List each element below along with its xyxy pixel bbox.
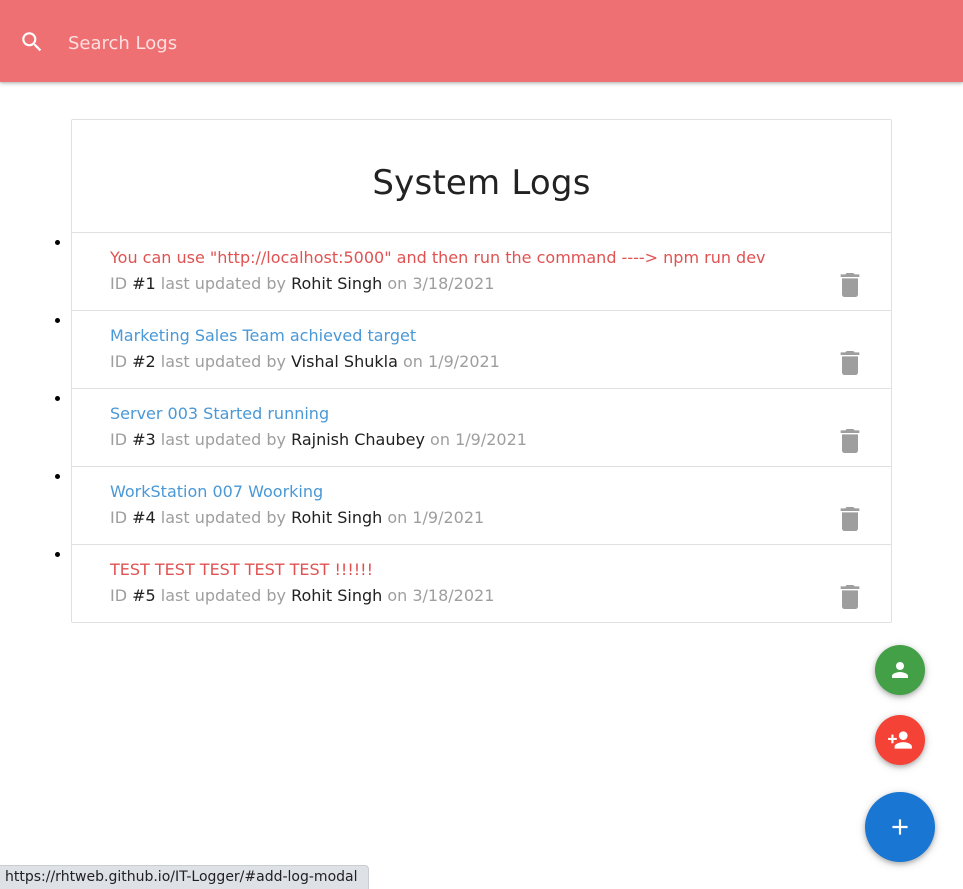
on-text: on bbox=[424, 430, 456, 449]
status-bar-url: https://rhtweb.github.io/IT-Logger/#add-… bbox=[0, 865, 369, 889]
log-date: 3/18/2021 bbox=[412, 274, 495, 293]
person-icon bbox=[892, 662, 908, 678]
trash-icon bbox=[840, 429, 860, 457]
updated-by-text: last updated by bbox=[155, 586, 292, 605]
updated-by-text: last updated by bbox=[155, 274, 292, 293]
delete-log-button[interactable] bbox=[840, 507, 860, 531]
trash-icon bbox=[840, 585, 860, 613]
log-date: 3/18/2021 bbox=[412, 586, 495, 605]
person-add-icon bbox=[888, 731, 912, 749]
id-prefix: ID bbox=[110, 352, 133, 371]
id-prefix: ID bbox=[110, 430, 133, 449]
logs-collection: System Logs You can use "http://localhos… bbox=[71, 119, 892, 623]
trash-icon bbox=[840, 507, 860, 535]
log-meta: ID #4 last updated by Rohit Singh on 1/9… bbox=[110, 508, 484, 527]
search-input[interactable] bbox=[68, 26, 928, 60]
trash-icon bbox=[840, 351, 860, 379]
log-message-link[interactable]: You can use "http://localhost:5000" and … bbox=[110, 248, 766, 267]
log-item: WorkStation 007 Woorking ID #4 last updat… bbox=[72, 467, 891, 545]
log-id: #2 bbox=[132, 352, 156, 371]
delete-log-button[interactable] bbox=[840, 429, 860, 453]
add-tech-button[interactable] bbox=[875, 715, 925, 765]
log-message-link[interactable]: Server 003 Started running bbox=[110, 404, 329, 423]
log-message-link[interactable]: WorkStation 007 Woorking bbox=[110, 482, 323, 501]
log-meta: ID #3 last updated by Rajnish Chaubey on… bbox=[110, 430, 527, 449]
search-navbar bbox=[0, 0, 963, 82]
log-item: Server 003 Started running ID #3 last upd… bbox=[72, 389, 891, 467]
updated-by-text: last updated by bbox=[155, 508, 292, 527]
delete-log-button[interactable] bbox=[840, 585, 860, 609]
trash-icon bbox=[840, 273, 860, 301]
on-text: on bbox=[397, 352, 428, 371]
updated-by-text: last updated by bbox=[155, 352, 292, 371]
add-log-button[interactable] bbox=[865, 792, 935, 862]
collection-header: System Logs bbox=[72, 120, 891, 233]
on-text: on bbox=[382, 508, 413, 527]
delete-log-button[interactable] bbox=[840, 351, 860, 375]
log-id: #4 bbox=[132, 508, 156, 527]
log-item: TEST TEST TEST TEST TEST !!!!!! ID #5 las… bbox=[72, 545, 891, 623]
on-text: on bbox=[382, 586, 413, 605]
id-prefix: ID bbox=[110, 274, 133, 293]
log-message-link[interactable]: Marketing Sales Team achieved target bbox=[110, 326, 416, 345]
add-icon bbox=[892, 819, 908, 835]
log-tech: Rajnish Chaubey bbox=[291, 430, 425, 449]
log-meta: ID #5 last updated by Rohit Singh on 3/1… bbox=[110, 586, 494, 605]
tech-list-button[interactable] bbox=[875, 645, 925, 695]
log-item: Marketing Sales Team achieved target ID #… bbox=[72, 311, 891, 389]
log-date: 1/9/2021 bbox=[428, 352, 500, 371]
updated-by-text: last updated by bbox=[155, 430, 292, 449]
search-icon bbox=[22, 32, 42, 52]
on-text: on bbox=[382, 274, 413, 293]
id-prefix: ID bbox=[110, 586, 133, 605]
log-meta: ID #1 last updated by Rohit Singh on 3/1… bbox=[110, 274, 494, 293]
log-meta: ID #2 last updated by Vishal Shukla on 1… bbox=[110, 352, 500, 371]
log-tech: Rohit Singh bbox=[291, 508, 383, 527]
log-item: You can use "http://localhost:5000" and … bbox=[72, 233, 891, 311]
id-prefix: ID bbox=[110, 508, 133, 527]
log-tech: Vishal Shukla bbox=[291, 352, 398, 371]
log-tech: Rohit Singh bbox=[291, 274, 383, 293]
log-tech: Rohit Singh bbox=[291, 586, 383, 605]
log-date: 1/9/2021 bbox=[455, 430, 527, 449]
log-id: #1 bbox=[132, 274, 156, 293]
delete-log-button[interactable] bbox=[840, 273, 860, 297]
page-title: System Logs bbox=[372, 163, 591, 203]
log-id: #3 bbox=[132, 430, 156, 449]
log-message-link[interactable]: TEST TEST TEST TEST TEST !!!!!! bbox=[110, 560, 373, 579]
log-date: 1/9/2021 bbox=[412, 508, 485, 527]
log-id: #5 bbox=[132, 586, 156, 605]
